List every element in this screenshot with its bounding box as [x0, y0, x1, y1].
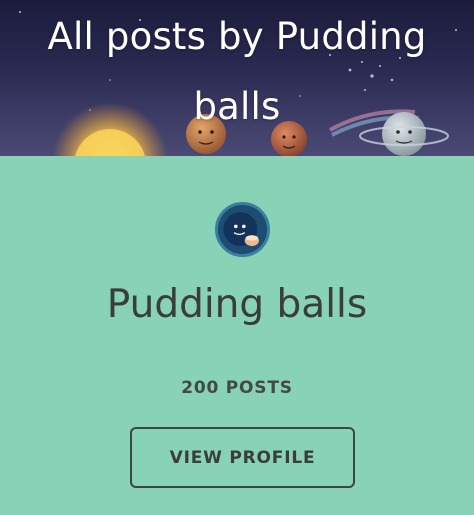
header-banner: All posts by Pudding balls — [0, 0, 474, 156]
avatar[interactable] — [215, 202, 270, 257]
post-count: 200 POSTS — [181, 378, 293, 398]
avatar-planet-icon — [218, 205, 267, 254]
profile-name: Pudding balls — [106, 282, 368, 327]
page-title: All posts by Pudding balls — [47, 15, 427, 128]
profile-card: Pudding balls 200 POSTS VIEW PROFILE — [0, 156, 474, 515]
page: All posts by Pudding balls Pudding balls… — [0, 0, 474, 515]
view-profile-button[interactable]: VIEW PROFILE — [130, 427, 355, 488]
